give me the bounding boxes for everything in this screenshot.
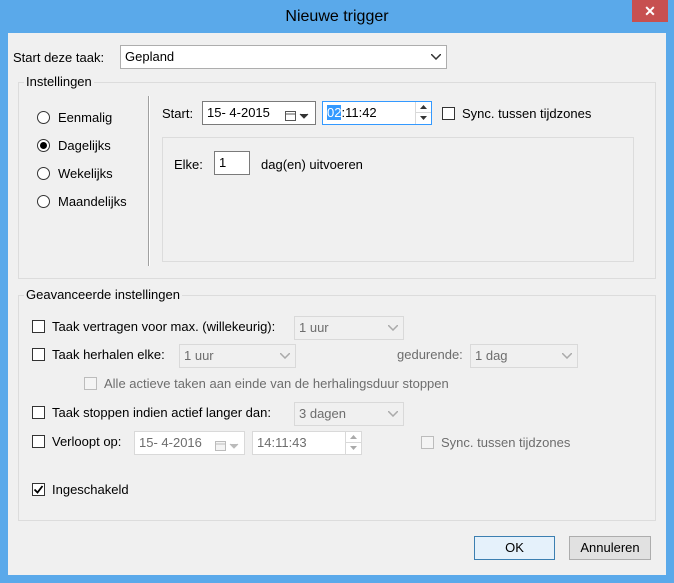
spin-down-icon[interactable] — [416, 113, 431, 124]
radio-daily-label: Dagelijks — [58, 138, 111, 153]
delay-label: Taak vertragen voor max. (willekeurig): — [52, 319, 276, 334]
start-time-spinner[interactable] — [415, 102, 431, 124]
expires-label: Verloopt op: — [52, 434, 122, 449]
sync-timezones-label: Sync. tussen tijdzones — [462, 106, 592, 121]
close-icon: ✕ — [644, 3, 656, 19]
duration-value: 1 dag — [475, 348, 508, 363]
stop-longer-value: 3 dagen — [299, 406, 346, 421]
chevron-down-icon — [387, 317, 399, 339]
chevron-down-icon — [387, 403, 399, 425]
cancel-button[interactable]: Annuleren — [569, 536, 651, 560]
ok-button[interactable]: OK — [474, 536, 555, 560]
dialog-window: Nieuwe trigger ✕ Start deze taak: Geplan… — [0, 0, 674, 583]
close-button[interactable]: ✕ — [632, 0, 668, 22]
start-date-value: 15- 4-2015 — [207, 105, 270, 120]
start-time-input[interactable]: 02:11:42 — [322, 101, 432, 125]
radio-selected-dot — [40, 142, 47, 149]
expires-checkbox[interactable] — [32, 435, 45, 448]
radio-once[interactable] — [37, 111, 50, 124]
radio-daily[interactable] — [37, 139, 50, 152]
start-task-label: Start deze taak: — [13, 50, 105, 65]
window-title: Nieuwe trigger — [285, 8, 389, 25]
start-time-rest: :11:42 — [341, 105, 377, 120]
settings-group-label: Instellingen — [24, 74, 94, 89]
start-task-value: Gepland — [125, 49, 175, 64]
delay-combo[interactable]: 1 uur — [294, 316, 404, 340]
repeat-combo[interactable]: 1 uur — [179, 344, 296, 368]
expires-date-picker[interactable]: 15- 4-2016 — [134, 431, 245, 455]
spin-up-icon[interactable] — [346, 432, 361, 443]
radio-monthly-label: Maandelijks — [58, 194, 127, 209]
start-label: Start: — [162, 106, 194, 121]
stop-longer-label: Taak stoppen indien actief langer dan: — [52, 405, 271, 420]
radio-weekly-label: Wekelijks — [58, 166, 113, 181]
stop-longer-combo[interactable]: 3 dagen — [294, 402, 404, 426]
delay-checkbox[interactable] — [32, 320, 45, 333]
start-task-combo[interactable]: Gepland — [120, 45, 447, 69]
sync-timezones-checkbox[interactable] — [442, 107, 455, 120]
settings-divider — [148, 96, 150, 266]
calendar-icon[interactable] — [285, 107, 311, 129]
delay-value: 1 uur — [299, 320, 329, 335]
checkmark-icon — [33, 485, 44, 494]
stop-all-checkbox[interactable] — [84, 377, 97, 390]
expires-time-spinner[interactable] — [345, 432, 361, 454]
advanced-group-label: Geavanceerde instellingen — [24, 287, 182, 302]
every-days-value: 1 — [219, 155, 227, 170]
radio-monthly[interactable] — [37, 195, 50, 208]
stop-longer-checkbox[interactable] — [32, 406, 45, 419]
expires-time-input[interactable]: 14:11:43 — [252, 431, 362, 455]
spin-up-icon[interactable] — [416, 102, 431, 113]
radio-once-label: Eenmalig — [58, 110, 113, 125]
repeat-value: 1 uur — [184, 348, 214, 363]
expires-sync-label: Sync. tussen tijdzones — [441, 435, 571, 450]
every-suffix-label: dag(en) uitvoeren — [261, 157, 363, 172]
duration-combo[interactable]: 1 dag — [470, 344, 578, 368]
calendar-icon[interactable] — [215, 437, 241, 459]
enabled-checkbox[interactable] — [32, 483, 45, 496]
every-days-input[interactable]: 1 — [214, 151, 250, 175]
duration-label: gedurende: — [397, 347, 463, 362]
enabled-label: Ingeschakeld — [52, 482, 129, 497]
expires-sync-checkbox[interactable] — [421, 436, 434, 449]
spin-down-icon[interactable] — [346, 443, 361, 454]
dialog-client: Start deze taak: Gepland Instellingen Ee… — [8, 33, 666, 575]
every-label: Elke: — [174, 157, 203, 172]
expires-date-value: 15- 4-2016 — [139, 435, 202, 450]
start-date-picker[interactable]: 15- 4-2015 — [202, 101, 316, 125]
radio-weekly[interactable] — [37, 167, 50, 180]
repeat-label: Taak herhalen elke: — [52, 347, 165, 362]
chevron-down-icon — [561, 345, 573, 367]
title-bar[interactable]: Nieuwe trigger ✕ — [0, 0, 674, 33]
repeat-checkbox[interactable] — [32, 348, 45, 361]
start-time-hour: 02 — [327, 105, 342, 120]
expires-time-value: 14:11:43 — [257, 435, 307, 450]
stop-all-label: Alle actieve taken aan einde van de herh… — [104, 376, 449, 391]
chevron-down-icon — [279, 345, 291, 367]
chevron-down-icon — [430, 46, 442, 68]
